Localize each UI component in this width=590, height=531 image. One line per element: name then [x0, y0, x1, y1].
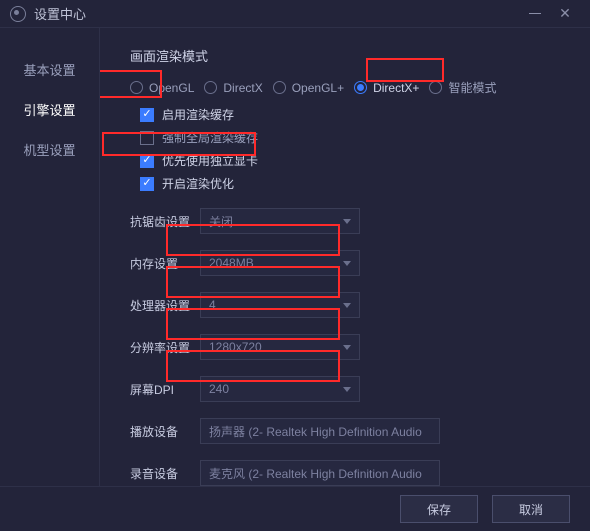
- check-label: 开启渲染优化: [162, 175, 234, 192]
- check-label: 优先使用独立显卡: [162, 152, 258, 169]
- content-panel: 画面渲染模式 OpenGL DirectX OpenGL+ DirectX+: [100, 28, 590, 486]
- radio-icon: [429, 81, 442, 94]
- sidebar-item-label: 引擎设置: [23, 100, 75, 119]
- footer: 保存 取消: [0, 486, 590, 531]
- dropdown-resolution[interactable]: 1280x720: [200, 334, 360, 360]
- radio-label: 智能模式: [448, 79, 496, 96]
- close-button[interactable]: ✕: [550, 2, 580, 26]
- section-title-render: 画面渲染模式: [130, 46, 568, 65]
- dropdown-playback[interactable]: 扬声器 (2- Realtek High Definition Audio: [200, 418, 440, 444]
- check-row-dedicated-gpu: 优先使用独立显卡: [140, 152, 568, 169]
- radio-opengl[interactable]: OpenGL: [130, 81, 194, 95]
- radio-icon: [130, 81, 143, 94]
- minimize-button[interactable]: [520, 2, 550, 26]
- cancel-button[interactable]: 取消: [492, 495, 570, 523]
- dropdown-value: 240: [209, 382, 229, 396]
- dropdown-cpu[interactable]: 4: [200, 292, 360, 318]
- window-title: 设置中心: [34, 4, 86, 23]
- sidebar-item-device[interactable]: 机型设置: [8, 132, 91, 166]
- radio-label: DirectX+: [373, 81, 419, 95]
- label-memory: 内存设置: [130, 255, 200, 272]
- radio-icon: [204, 81, 217, 94]
- chevron-down-icon: [343, 345, 351, 350]
- dropdown-value: 关闭: [209, 213, 233, 230]
- checkbox-render-cache[interactable]: [140, 108, 154, 122]
- dropdown-dpi[interactable]: 240: [200, 376, 360, 402]
- titlebar: 设置中心 ✕: [0, 0, 590, 27]
- sidebar-item-basic[interactable]: 基本设置: [8, 52, 91, 86]
- dropdown-value: 1280x720: [209, 340, 262, 354]
- check-row-render-cache: 启用渲染缓存: [140, 106, 568, 123]
- dropdown-value: 扬声器 (2- Realtek High Definition Audio: [209, 423, 422, 440]
- radio-openglplus[interactable]: OpenGL+: [273, 81, 344, 95]
- check-label: 启用渲染缓存: [162, 106, 234, 123]
- checkbox-render-optimize[interactable]: [140, 177, 154, 191]
- check-row-force-cache: 强制全局渲染缓存: [140, 129, 568, 146]
- dropdown-memory[interactable]: 2048MB: [200, 250, 360, 276]
- radio-directxplus[interactable]: DirectX+: [354, 81, 419, 95]
- radio-directx[interactable]: DirectX: [204, 81, 262, 95]
- checkbox-force-cache[interactable]: [140, 131, 154, 145]
- dropdown-antialias[interactable]: 关闭: [200, 208, 360, 234]
- chevron-down-icon: [343, 303, 351, 308]
- radio-label: DirectX: [223, 81, 262, 95]
- chevron-down-icon: [343, 261, 351, 266]
- radio-smart[interactable]: 智能模式: [429, 79, 496, 96]
- radio-label: OpenGL+: [292, 81, 344, 95]
- dropdown-value: 2048MB: [209, 256, 254, 270]
- radio-icon: [273, 81, 286, 94]
- save-button[interactable]: 保存: [400, 495, 478, 523]
- sidebar-item-label: 基本设置: [23, 60, 75, 79]
- check-row-render-optimize: 开启渲染优化: [140, 175, 568, 192]
- check-label: 强制全局渲染缓存: [162, 129, 258, 146]
- label-antialias: 抗锯齿设置: [130, 213, 200, 230]
- render-mode-radiogroup: OpenGL DirectX OpenGL+ DirectX+ 智能模式: [130, 79, 568, 96]
- label-dpi: 屏幕DPI: [130, 381, 200, 398]
- dropdown-value: 4: [209, 298, 216, 312]
- sidebar-item-label: 机型设置: [23, 140, 75, 159]
- chevron-down-icon: [343, 219, 351, 224]
- label-resolution: 分辨率设置: [130, 339, 200, 356]
- dropdown-record[interactable]: 麦克风 (2- Realtek High Definition Audio: [200, 460, 440, 486]
- sidebar-item-engine[interactable]: 引擎设置: [8, 92, 91, 126]
- sidebar: 基本设置 引擎设置 机型设置: [0, 28, 100, 486]
- button-label: 保存: [427, 501, 451, 518]
- dropdown-value: 麦克风 (2- Realtek High Definition Audio: [209, 465, 422, 482]
- radio-label: OpenGL: [149, 81, 194, 95]
- label-cpu: 处理器设置: [130, 297, 200, 314]
- label-record: 录音设备: [130, 465, 200, 482]
- app-icon: [10, 6, 26, 22]
- checkbox-dedicated-gpu[interactable]: [140, 154, 154, 168]
- radio-icon: [354, 81, 367, 94]
- label-playback: 播放设备: [130, 423, 200, 440]
- button-label: 取消: [519, 501, 543, 518]
- chevron-down-icon: [343, 387, 351, 392]
